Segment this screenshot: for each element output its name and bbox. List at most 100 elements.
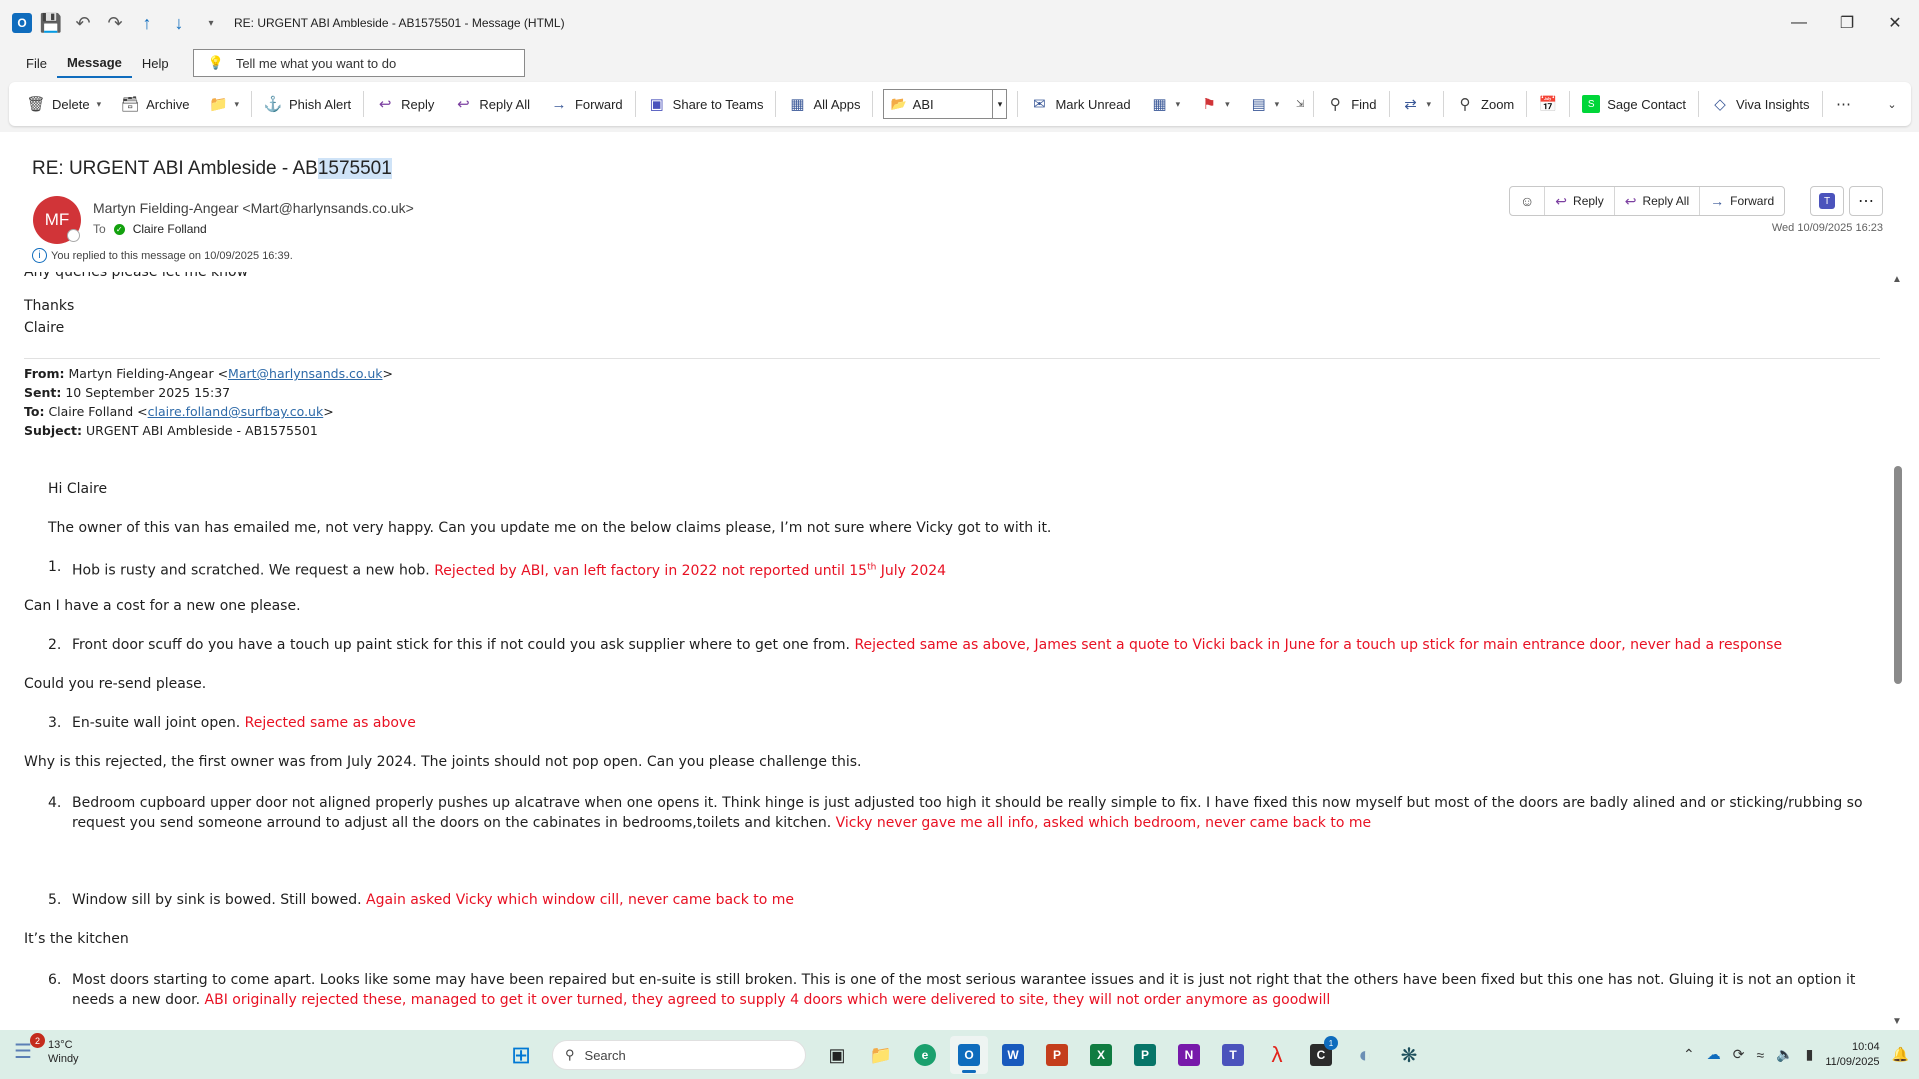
sync-app-button[interactable]: ❋ (1390, 1036, 1428, 1074)
sage-contact-button[interactable]: S Sage Contact (1572, 87, 1696, 121)
ribbon-separator (1388, 91, 1390, 117)
teams-chat-button[interactable]: T (1810, 186, 1844, 216)
translate-button[interactable]: ⇄ ▾ (1392, 87, 1442, 121)
item-reply-text: Rejected by ABI, van left factory in 202… (434, 562, 868, 579)
mark-unread-button[interactable]: ✉ Mark Unread (1020, 87, 1140, 121)
orig-to-line: To: Claire Folland <claire.folland@surfb… (24, 402, 334, 422)
notification-icon[interactable]: 🔔 (1892, 1046, 1909, 1063)
header-reply-label: Reply (1573, 194, 1604, 208)
forward-button[interactable]: → Forward (540, 87, 633, 121)
follow-up-button[interactable]: ⚑ ▾ (1190, 87, 1240, 121)
item-reply: Vicky never gave me all info, asked whic… (835, 815, 1372, 831)
header-more-button[interactable]: ⋯ (1849, 186, 1883, 216)
outlook-button[interactable]: O (950, 1036, 988, 1074)
all-apps-button[interactable]: ▦ All Apps (778, 87, 870, 121)
weather-widget[interactable]: ☰ 2 13°C Windy (14, 1033, 79, 1066)
clock[interactable]: 10:04 11/09/2025 (1825, 1040, 1879, 1070)
speaker-muted-icon[interactable]: 🔈 (1776, 1046, 1793, 1063)
menu-file[interactable]: File (16, 48, 57, 78)
message-subject[interactable]: RE: URGENT ABI Ambleside - AB1575501 (32, 158, 392, 180)
close-icon[interactable]: ✕ (1871, 0, 1919, 46)
viva-insights-icon: ◇ (1714, 96, 1726, 113)
menu-help[interactable]: Help (132, 48, 179, 78)
sender-name[interactable]: Martyn Fielding-Angear <Mart@harlynsands… (93, 200, 414, 216)
onenote-button[interactable]: N (1170, 1036, 1208, 1074)
tags-dialog-launcher[interactable]: ⇲ (1289, 87, 1311, 121)
item-number: 5. (48, 892, 62, 908)
publisher-button[interactable]: P (1126, 1036, 1164, 1074)
teams-button[interactable]: T (1214, 1036, 1252, 1074)
message-body[interactable]: Any queries please let me know Thanks Cl… (0, 272, 1900, 1030)
header-reply-all-button[interactable]: ↩ Reply All (1615, 187, 1701, 215)
header-reply-button[interactable]: ↩ Reply (1545, 187, 1615, 215)
collapse-ribbon-button[interactable]: ⌄ (1873, 87, 1911, 121)
reply-label: Reply (401, 96, 435, 112)
search-icon: ⚲ (1329, 96, 1341, 113)
chevron-up-icon[interactable]: ⌃ (1683, 1046, 1695, 1063)
start-button[interactable]: ⊞ (502, 1036, 540, 1074)
to-email-link[interactable]: claire.folland@surfbay.co.uk (148, 404, 324, 419)
emoji-react-button[interactable]: ☺ (1510, 187, 1546, 215)
zoom-button[interactable]: ⚲ Zoom (1446, 87, 1524, 121)
scroll-up-icon[interactable]: ▲ (1892, 274, 1902, 285)
wifi-icon[interactable]: ≈ (1756, 1047, 1764, 1063)
from-email-link[interactable]: Mart@harlynsands.co.uk (228, 366, 382, 381)
item-number: 6. (48, 972, 62, 988)
onedrive-icon[interactable]: ☁ (1707, 1046, 1721, 1063)
find-button[interactable]: ⚲ Find (1316, 87, 1386, 121)
weather-text: 13°C Windy (48, 1038, 79, 1066)
reply-button[interactable]: ↩ Reply (366, 87, 444, 121)
menu-message[interactable]: Message (56, 48, 132, 78)
app-button[interactable]: C1 (1302, 1036, 1340, 1074)
subject-selected-text: 1575501 (317, 158, 392, 179)
ribbon-area: 🗑 Delete ▾ 🗃 Archive 📁 ▾ ⚓ Phish Alert ↩… (0, 80, 1919, 132)
customize-qat-icon[interactable]: ▾ (198, 10, 224, 36)
policy-button[interactable]: ▤ ▾ (1240, 87, 1290, 121)
previous-item-icon[interactable]: ↑ (134, 10, 160, 36)
calendar-addin-button[interactable]: 📅 (1529, 87, 1567, 121)
next-item-icon[interactable]: ↓ (166, 10, 192, 36)
excel-button[interactable]: X (1082, 1036, 1120, 1074)
taskbar-search[interactable]: ⚲ Search (552, 1040, 806, 1070)
smiley-icon: ☺ (1520, 193, 1535, 209)
delete-button[interactable]: 🗑 Delete ▾ (17, 87, 111, 121)
restore-icon[interactable]: ❐ (1823, 0, 1871, 46)
tell-me-search[interactable]: 💡 Tell me what you want to do (192, 49, 525, 77)
vertical-scrollbar[interactable]: ▲ ▼ (1888, 272, 1906, 1030)
viva-insights-button[interactable]: ◇ Viva Insights (1701, 87, 1819, 121)
browser-app-button[interactable]: ◐ (1346, 1036, 1384, 1074)
item-text: Hob is rusty and scratched. We request a… (72, 562, 430, 579)
sync-icon[interactable]: ⟳ (1733, 1046, 1745, 1063)
edge-button[interactable]: e (906, 1036, 944, 1074)
undo-icon[interactable]: ↶ (70, 10, 96, 36)
minimize-icon[interactable]: — (1775, 0, 1823, 46)
replied-infobar[interactable]: i You replied to this message on 10/09/2… (32, 248, 293, 263)
info-icon: i (32, 248, 47, 263)
redo-icon[interactable]: ↷ (102, 10, 128, 36)
task-view-button[interactable]: ▣ (818, 1036, 856, 1074)
categorize-button[interactable]: ▦ ▾ (1141, 87, 1191, 121)
chevron-down-icon[interactable]: ▾ (992, 90, 1006, 118)
quick-steps-combo[interactable]: 📂 ABI ▾ (883, 89, 1008, 119)
chevron-down-icon: ▾ (1274, 98, 1280, 109)
acrobat-button[interactable]: λ (1258, 1036, 1296, 1074)
more-commands-button[interactable]: ⋯ (1825, 87, 1863, 121)
save-icon[interactable]: 💾 (38, 10, 64, 36)
file-explorer-button[interactable]: 📁 (862, 1036, 900, 1074)
reply-icon: ↩ (378, 96, 392, 113)
share-to-teams-button[interactable]: ▣ Share to Teams (638, 87, 774, 121)
scrollbar-thumb[interactable] (1894, 466, 1902, 684)
scroll-down-icon[interactable]: ▼ (1892, 1016, 1902, 1027)
item-reply: Rejected same as above (244, 715, 416, 731)
move-button[interactable]: 📁 ▾ (199, 87, 249, 121)
recipient-name[interactable]: Claire Folland (133, 222, 207, 236)
archive-button[interactable]: 🗃 Archive (111, 87, 199, 121)
word-button[interactable]: W (994, 1036, 1032, 1074)
item-number: 1. (48, 559, 62, 575)
battery-icon[interactable]: ▮ (1806, 1046, 1814, 1063)
phish-alert-button[interactable]: ⚓ Phish Alert (254, 87, 361, 121)
windows-icon: ⊞ (510, 1041, 532, 1069)
header-forward-button[interactable]: → Forward (1700, 187, 1784, 215)
powerpoint-button[interactable]: P (1038, 1036, 1076, 1074)
reply-all-button[interactable]: ↩ Reply All (444, 87, 540, 121)
